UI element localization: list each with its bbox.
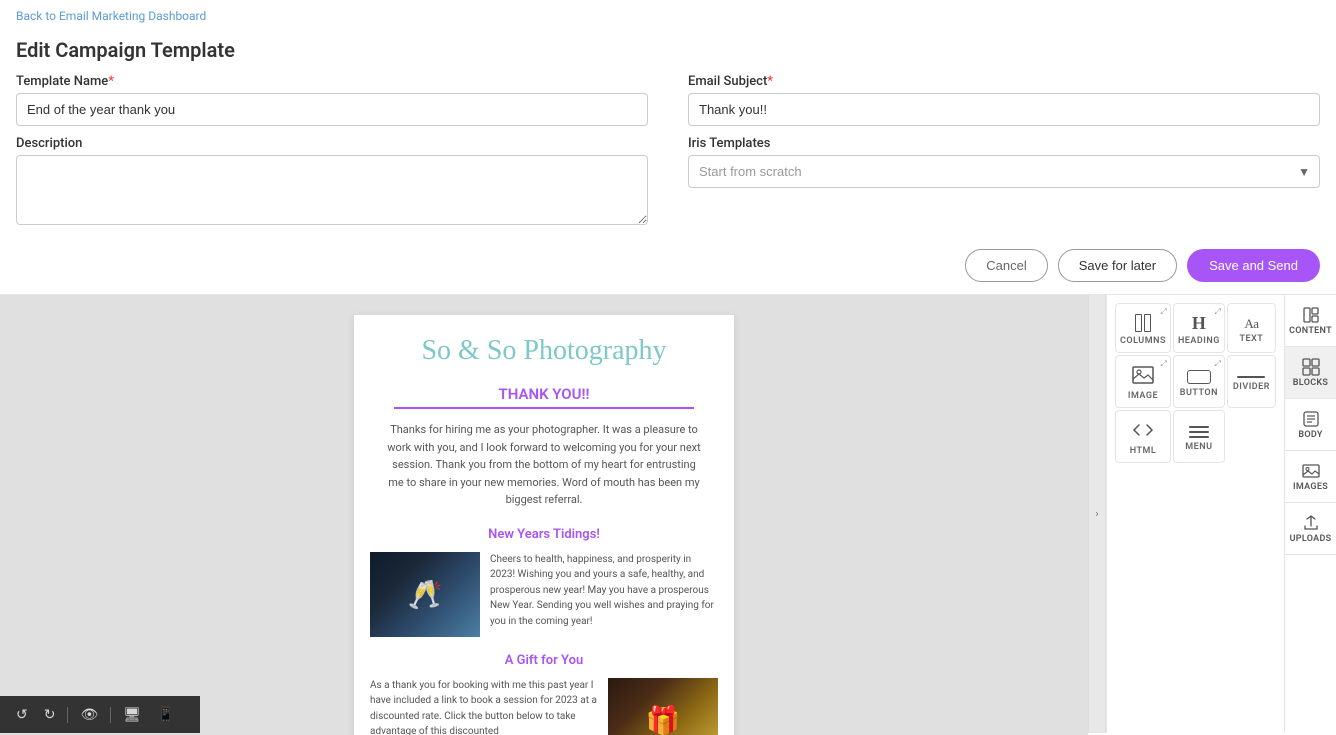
undo-button[interactable]: ↺ (12, 704, 32, 725)
images-tab-label: Images (1293, 482, 1328, 492)
sidebar-icon-tabs: Content Blocks (1284, 295, 1336, 733)
divider-label: DIVIDER (1233, 382, 1270, 392)
template-name-label: Template Name* (16, 74, 648, 89)
uploads-icon (1302, 514, 1320, 532)
preview-new-year-title: New Years Tidings! (354, 521, 734, 546)
sidebar-tab-uploads[interactable]: Uploads (1285, 503, 1336, 555)
sidebar-tab-content[interactable]: Content (1285, 295, 1336, 347)
preview-brand-title: So & So Photography (354, 315, 734, 377)
image-expand-icon: ⤢ (1161, 359, 1167, 369)
blocks-grid: ⤢ COLUMNS ⤢ H HEADING (1107, 295, 1284, 471)
image-icon (1132, 366, 1154, 387)
mobile-button[interactable]: 📱 (153, 704, 178, 725)
preview-thank-you: THANK YOU!! (394, 377, 694, 409)
html-label: HTML (1130, 446, 1157, 456)
toolbar-separator-1 (67, 707, 68, 723)
email-subject-input[interactable] (688, 93, 1320, 126)
text-icon: Aa (1244, 317, 1258, 330)
bottom-toolbar: ↺ ↻ 👁 🖥 📱 (0, 696, 200, 733)
collapse-arrow-icon: › (1095, 509, 1098, 520)
save-send-button[interactable]: Save and Send (1187, 249, 1320, 282)
sidebar-content-panel: ⤢ COLUMNS ⤢ H HEADING (1107, 295, 1284, 733)
toolbar-separator-2 (110, 707, 111, 723)
uploads-tab-label: Uploads (1290, 534, 1332, 544)
iris-templates-select[interactable]: Start from scratch (688, 155, 1320, 188)
block-divider[interactable]: DIVIDER (1227, 355, 1276, 408)
block-html[interactable]: HTML (1115, 410, 1171, 463)
columns-icon (1135, 314, 1151, 332)
back-link[interactable]: Back to Email Marketing Dashboard (16, 9, 206, 23)
page-title: Edit Campaign Template (0, 32, 1336, 74)
html-icon (1132, 421, 1154, 442)
divider-icon (1237, 376, 1265, 378)
preview-gift-image: 🎁 (608, 678, 718, 735)
redo-button[interactable]: ↻ (40, 704, 60, 725)
preview-champagne-image: 🥂 (370, 552, 480, 637)
email-subject-label: Email Subject* (688, 74, 1320, 89)
heading-expand-icon: ⤢ (1214, 307, 1220, 317)
preview-gift-title: A Gift for You (354, 643, 734, 672)
image-label: IMAGE (1128, 391, 1158, 401)
sidebar-tab-images[interactable]: Images (1285, 451, 1336, 503)
email-preview-wrapper: So & So Photography THANK YOU!! Thanks f… (0, 295, 1088, 735)
sidebar-tab-blocks[interactable]: Blocks (1285, 347, 1336, 399)
right-sidebar: ⤢ COLUMNS ⤢ H HEADING (1106, 295, 1336, 733)
block-button[interactable]: ⤢ BUTTON (1173, 355, 1225, 408)
save-later-button[interactable]: Save for later (1058, 249, 1177, 282)
blocks-icon (1302, 358, 1320, 376)
description-label: Description (16, 136, 648, 151)
block-text[interactable]: Aa TEXT (1227, 303, 1276, 353)
content-tab-label: Content (1289, 326, 1332, 336)
iris-templates-label: Iris Templates (688, 136, 1320, 151)
menu-label: MENU (1185, 442, 1212, 452)
button-label: BUTTON (1180, 388, 1218, 398)
preview-body-text: Thanks for hiring me as your photographe… (354, 409, 734, 521)
block-heading[interactable]: ⤢ H HEADING (1173, 303, 1225, 353)
email-preview: So & So Photography THANK YOU!! Thanks f… (354, 315, 734, 735)
body-icon (1302, 410, 1320, 428)
sidebar-collapse-handle[interactable]: › (1088, 295, 1106, 733)
preview-new-year-section: 🥂 Cheers to health, happiness, and prosp… (354, 546, 734, 643)
button-icon (1187, 370, 1211, 384)
text-label: TEXT (1240, 334, 1264, 344)
heading-icon: H (1192, 314, 1206, 332)
button-expand-icon: ⤢ (1214, 359, 1220, 369)
block-menu[interactable]: MENU (1173, 410, 1225, 463)
columns-expand-icon: ⤢ (1161, 307, 1167, 317)
desktop-button[interactable]: 🖥 (119, 704, 145, 725)
body-tab-label: Body (1298, 430, 1322, 440)
template-name-input[interactable] (16, 93, 648, 126)
description-input[interactable] (16, 155, 648, 225)
cancel-button[interactable]: Cancel (965, 249, 1047, 282)
preview-new-year-text: Cheers to health, happiness, and prosper… (490, 552, 718, 637)
blocks-tab-label: Blocks (1293, 378, 1328, 388)
images-icon (1302, 462, 1320, 480)
columns-label: COLUMNS (1120, 336, 1166, 346)
content-icon (1302, 306, 1320, 324)
preview-gift-section: As a thank you for booking with me this … (354, 672, 734, 735)
block-image[interactable]: ⤢ IMAGE (1115, 355, 1171, 408)
menu-icon (1189, 426, 1209, 438)
block-columns[interactable]: ⤢ COLUMNS (1115, 303, 1171, 353)
preview-button[interactable]: 👁 (76, 704, 102, 725)
heading-label: HEADING (1178, 336, 1220, 346)
sidebar-tab-body[interactable]: Body (1285, 399, 1336, 451)
preview-gift-text: As a thank you for booking with me this … (370, 678, 598, 735)
